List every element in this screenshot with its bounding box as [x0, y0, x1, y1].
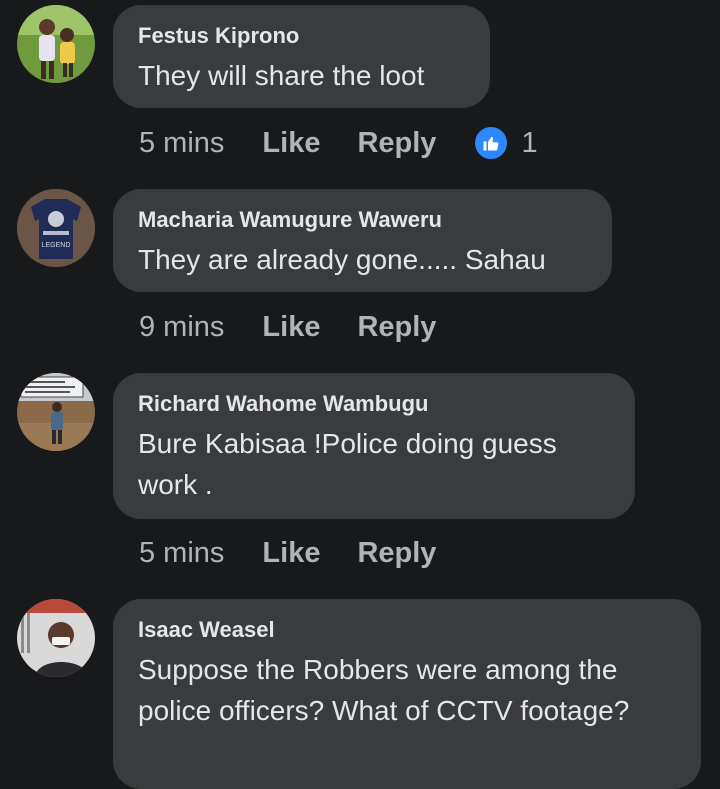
- like-button[interactable]: Like: [262, 311, 320, 344]
- reply-button[interactable]: Reply: [357, 537, 436, 570]
- thumbs-up-icon: [473, 125, 510, 161]
- reply-button[interactable]: Reply: [357, 311, 436, 344]
- comment-author[interactable]: Richard Wahome Wambugu: [138, 391, 609, 417]
- comment-text: They are already gone..... Sahau: [138, 244, 546, 275]
- profile-photo-icon: [17, 599, 95, 677]
- profile-photo-icon: [17, 5, 95, 83]
- comment-text: Bure Kabisaa !Police doing guess work .: [138, 428, 557, 500]
- avatar[interactable]: [17, 5, 95, 83]
- comment-bubble: Isaac Weasel Suppose the Robbers were am…: [113, 599, 701, 789]
- comment-bubble: Richard Wahome Wambugu Bure Kabisaa !Pol…: [113, 373, 635, 519]
- profile-photo-icon: LEGEND: [17, 189, 95, 267]
- like-button[interactable]: Like: [262, 537, 320, 570]
- comment-actions: 5 mins Like Reply: [139, 533, 473, 573]
- comment-time[interactable]: 5 mins: [139, 127, 224, 160]
- comment-bubble: Festus Kiprono They will share the loot: [113, 5, 490, 108]
- comment-author[interactable]: Macharia Wamugure Waweru: [138, 207, 586, 233]
- comment-bubble: Macharia Wamugure Waweru They are alread…: [113, 189, 612, 292]
- comment-actions: 9 mins Like Reply: [139, 307, 473, 347]
- reaction-summary[interactable]: 1: [473, 125, 538, 161]
- comment-author[interactable]: Isaac Weasel: [138, 617, 675, 643]
- profile-photo-icon: [17, 373, 95, 451]
- comment-text: Suppose the Robbers were among the polic…: [138, 654, 630, 726]
- tshirt-text: LEGEND: [42, 242, 71, 249]
- comment-time[interactable]: 5 mins: [139, 537, 224, 570]
- comment-text: They will share the loot: [138, 60, 425, 91]
- avatar[interactable]: LEGEND: [17, 189, 95, 267]
- reaction-count: 1: [521, 126, 538, 159]
- comment-time[interactable]: 9 mins: [139, 311, 224, 344]
- avatar[interactable]: [17, 599, 95, 677]
- comment-actions: 5 mins Like Reply 1: [139, 123, 538, 163]
- reply-button[interactable]: Reply: [357, 127, 436, 160]
- like-button[interactable]: Like: [262, 127, 320, 160]
- avatar[interactable]: [17, 373, 95, 451]
- comment-author[interactable]: Festus Kiprono: [138, 23, 464, 49]
